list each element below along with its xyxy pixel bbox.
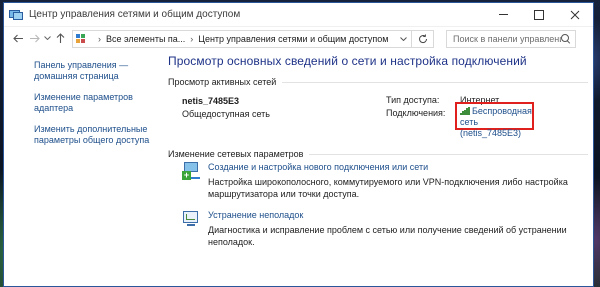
back-button[interactable] — [10, 31, 26, 47]
network-center-icon — [9, 9, 23, 21]
connections-label: Подключения: — [386, 108, 446, 118]
sidebar-item-sharing-settings[interactable]: Изменить дополнительные параметры общего… — [34, 124, 164, 146]
chevron-down-icon — [43, 36, 51, 41]
highlight-box: Беспроводная сеть (netis_7485E3) — [455, 102, 534, 138]
access-type-label: Тип доступа: — [386, 95, 440, 105]
title-bar[interactable]: Центр управления сетями и общим доступом — [4, 3, 593, 27]
breadcrumb-network-center[interactable]: Центр управления сетями и общим доступом — [198, 34, 388, 44]
breadcrumb-separator: › — [190, 33, 194, 44]
troubleshoot-description: Диагностика и исправление проблем с сеть… — [208, 225, 567, 247]
main-panel: Просмотр основных сведений о сети и наст… — [168, 52, 588, 255]
search-icon[interactable] — [561, 33, 571, 44]
troubleshoot-icon — [182, 210, 200, 228]
navigation-bar: › Все элементы па... › Центр управления … — [4, 27, 593, 50]
network-settings-section: Изменение сетевых параметров + Создание … — [168, 149, 588, 255]
search-box[interactable] — [446, 29, 576, 48]
refresh-icon — [418, 33, 427, 43]
maximize-button[interactable] — [521, 3, 557, 27]
address-dropdown[interactable] — [395, 31, 411, 47]
sidebar-item-home[interactable]: Панель управления — домашняя страница — [34, 60, 164, 82]
new-connection-link[interactable]: Создание и настройка нового подключения … — [208, 162, 428, 172]
minimize-button[interactable] — [485, 3, 521, 27]
sidebar-item-adapter-settings[interactable]: Изменение параметров адаптера — [34, 92, 164, 114]
window-title: Центр управления сетями и общим доступом — [29, 9, 241, 20]
content-area: Панель управления — домашняя страница Из… — [4, 50, 593, 286]
troubleshoot-link[interactable]: Устранение неполадок — [208, 210, 303, 220]
forward-button[interactable] — [26, 31, 42, 47]
active-networks-section: Просмотр активных сетей netis_7485E3 Общ… — [168, 77, 588, 147]
history-dropdown[interactable] — [42, 35, 52, 42]
up-button[interactable] — [52, 31, 68, 47]
close-button[interactable] — [557, 3, 593, 27]
task-troubleshoot: Устранение неполадок Диагностика и испра… — [168, 207, 588, 255]
task-new-connection: + Создание и настройка нового подключени… — [168, 159, 588, 207]
control-panel-icon — [76, 33, 87, 44]
sidebar: Панель управления — домашняя страница Из… — [34, 60, 164, 156]
forward-arrow-icon — [29, 34, 40, 43]
network-settings-heading: Изменение сетевых параметров — [168, 149, 304, 159]
network-name: netis_7485E3 — [182, 96, 240, 106]
wireless-connection-link[interactable]: Беспроводная сеть (netis_7485E3) — [460, 106, 532, 138]
breadcrumb-separator: › — [98, 33, 101, 44]
section-divider — [309, 153, 588, 155]
close-icon — [570, 10, 580, 19]
page-title: Просмотр основных сведений о сети и наст… — [168, 54, 527, 68]
section-divider — [282, 81, 588, 83]
chevron-down-icon — [399, 36, 407, 41]
active-networks-heading: Просмотр активных сетей — [168, 77, 277, 87]
search-input[interactable] — [453, 33, 561, 44]
back-arrow-icon — [12, 34, 23, 43]
new-connection-description: Настройка широкополосного, коммутируемог… — [208, 177, 568, 199]
new-connection-icon: + — [182, 162, 200, 180]
breadcrumb-all-items[interactable]: Все элементы па... — [106, 34, 185, 44]
refresh-button[interactable] — [412, 29, 434, 48]
wifi-signal-icon — [460, 107, 470, 115]
address-bar[interactable]: › Все элементы па... › Центр управления … — [72, 29, 412, 48]
up-arrow-icon — [56, 33, 64, 43]
network-type: Общедоступная сеть — [182, 109, 270, 119]
control-panel-window: Центр управления сетями и общим доступом — [3, 2, 594, 287]
